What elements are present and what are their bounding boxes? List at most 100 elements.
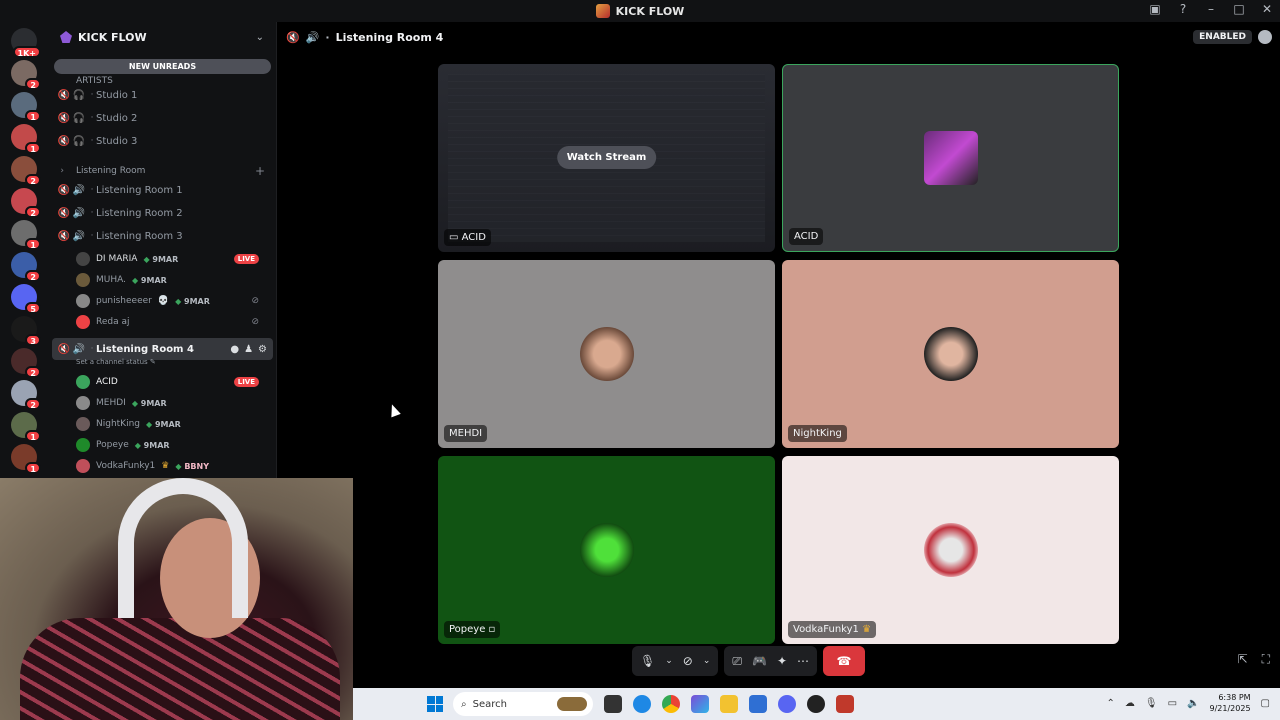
maximize-button[interactable]: □	[1232, 2, 1246, 16]
inbox-icon[interactable]: ▣	[1148, 2, 1162, 16]
mic-tray-icon[interactable]: 🎙	[1145, 698, 1158, 709]
store-icon[interactable]	[749, 695, 767, 713]
activity-icon[interactable]: 🎮	[752, 654, 767, 668]
server-icon[interactable]: 2	[11, 60, 41, 90]
clock[interactable]: 6:38 PM 9/21/2025	[1210, 692, 1251, 714]
chrome-icon[interactable]	[662, 695, 680, 713]
close-button[interactable]: ✕	[1260, 2, 1274, 16]
window-title: KICK FLOW	[595, 4, 685, 18]
user-tile[interactable]: MEHDI	[438, 260, 775, 448]
soundboard-icon[interactable]: ✦	[777, 654, 787, 668]
monitor-icon[interactable]: ▭	[1168, 698, 1177, 709]
user-tile[interactable]: NightKing	[782, 260, 1119, 448]
chevron-down-icon[interactable]: ⌄	[703, 656, 711, 666]
server-icon[interactable]: 2	[11, 348, 41, 378]
voice-member[interactable]: Popeye 9MAR	[76, 435, 271, 455]
server-icon[interactable]: 5	[11, 284, 41, 314]
channel-status-hint[interactable]: Set a channel status ✎	[76, 358, 156, 366]
file-explorer-icon[interactable]	[720, 695, 738, 713]
gear-icon[interactable]: ⚙	[258, 344, 267, 355]
voice-channel-studio-3[interactable]: 🔇 🎧 · Studio 3	[48, 131, 277, 151]
server-badge: 1	[25, 462, 41, 474]
server-icon[interactable]: 1	[11, 220, 41, 250]
voice-channel-listening-room-3[interactable]: 🔇 🔊 · Listening Room 3	[48, 226, 277, 246]
category-listening-room[interactable]: › Listening Room +	[48, 161, 277, 181]
live-badge: LIVE	[233, 254, 259, 264]
avatar	[923, 327, 978, 381]
task-view-icon[interactable]	[604, 695, 622, 713]
watch-stream-button[interactable]: Watch Stream	[556, 146, 657, 169]
server-icon[interactable]: 1	[11, 412, 41, 442]
cloud-icon[interactable]: ☁	[1125, 698, 1135, 709]
server-icon[interactable]: 2	[11, 156, 41, 186]
stream-tile[interactable]: Watch Stream ▭ ACID	[438, 64, 775, 252]
volume-icon[interactable]: 🔈	[1187, 698, 1199, 709]
voice-channel-listening-room-1[interactable]: 🔇 🔊 · Listening Room 1	[48, 180, 277, 200]
start-button[interactable]	[427, 696, 443, 712]
user-tile[interactable]: VodkaFunky1 ♛	[782, 456, 1119, 644]
fullscreen-icon[interactable]: ⛶	[1262, 652, 1270, 667]
voice-channel-listening-room-2[interactable]: 🔇 🔊 · Listening Room 2	[48, 203, 277, 223]
guild-header[interactable]: KICK FLOW ⌄	[48, 22, 276, 52]
server-icon[interactable]: 1	[11, 124, 41, 154]
voice-member[interactable]: punisheeeer 💀 9MAR ⊘	[76, 291, 271, 311]
chat-toggle-icon[interactable]	[1258, 30, 1272, 44]
enabled-pill[interactable]: ENABLED	[1193, 30, 1252, 44]
deafened-icon: ⊘	[251, 296, 259, 306]
app-icon[interactable]	[807, 695, 825, 713]
screen-share-icon[interactable]: ⎚	[732, 654, 742, 669]
server-icon[interactable]: 1	[11, 92, 41, 122]
avatar	[76, 417, 90, 431]
copilot-icon[interactable]	[691, 695, 709, 713]
server-icon[interactable]: 1	[11, 444, 41, 474]
speaker-icon: 🔊	[72, 207, 86, 219]
member-name: MUHA.	[96, 275, 126, 285]
voice-channel-studio-2[interactable]: 🔇 🎧 · Studio 2	[48, 108, 277, 128]
chat-icon[interactable]: ●	[230, 344, 239, 355]
voice-member[interactable]: ACID LIVE	[76, 372, 271, 392]
guild-boost-icon	[60, 31, 72, 43]
discord-icon[interactable]	[778, 695, 796, 713]
edge-icon[interactable]	[633, 695, 651, 713]
speaker-muted-icon: 🔇	[286, 30, 300, 44]
voice-member[interactable]: MEHDI 9MAR	[76, 393, 271, 413]
help-icon[interactable]: ?	[1176, 2, 1190, 16]
disconnect-button[interactable]: ☎	[823, 646, 866, 676]
server-icon[interactable]: 2	[11, 252, 41, 282]
live-badge: LIVE	[233, 377, 259, 387]
voice-member[interactable]: MUHA. 9MAR	[76, 270, 271, 290]
chevron-down-icon[interactable]: ⌄	[665, 656, 673, 666]
microphone-icon[interactable]: 🎙	[640, 654, 655, 668]
more-icon[interactable]: ⋯	[797, 654, 809, 668]
minimize-button[interactable]: –	[1204, 2, 1218, 16]
camera-off-icon[interactable]: ⊘	[683, 654, 693, 668]
avatar	[76, 459, 90, 473]
voice-member[interactable]: Reda aj ⊘	[76, 312, 271, 332]
speaker-icon: 🔊	[72, 184, 86, 196]
view-controls: ⇱ ⛶	[1238, 652, 1270, 667]
app-logo-icon	[595, 4, 610, 18]
search-placeholder: Search	[472, 698, 507, 710]
voice-channel-studio-1[interactable]: 🔇 🎧 · Studio 1	[48, 85, 277, 105]
chevron-up-icon[interactable]: ⌃	[1107, 698, 1115, 709]
server-icon[interactable]: 2	[11, 188, 41, 218]
window-title-text: KICK FLOW	[615, 4, 685, 18]
chevron-down-icon[interactable]: ⌄	[256, 32, 264, 43]
invite-icon[interactable]: ♟	[244, 344, 253, 355]
voice-member[interactable]: NightKing 9MAR	[76, 414, 271, 434]
home-button[interactable]: 1K+	[11, 28, 41, 58]
user-tile-speaking[interactable]: ACID	[782, 64, 1119, 252]
server-icon[interactable]: 3	[11, 316, 41, 346]
taskbar-search[interactable]: ⌕ Search	[453, 692, 593, 716]
kick-flow-icon[interactable]	[836, 695, 854, 713]
user-tile[interactable]: Popeye ▫	[438, 456, 775, 644]
voice-member[interactable]: DI MARIA 9MAR LIVE	[76, 249, 271, 269]
notification-icon[interactable]: ▢	[1261, 698, 1270, 709]
server-icon[interactable]: 2	[11, 380, 41, 410]
voice-channel-listening-room-4[interactable]: 🔇 🔊 · Listening Room 4 ● ♟ ⚙	[52, 338, 273, 360]
popout-icon[interactable]: ⇱	[1238, 652, 1248, 667]
add-channel-icon[interactable]: +	[255, 164, 265, 178]
voice-member[interactable]: VodkaFunky1 ♛ BBNY	[76, 456, 271, 476]
speaker-muted-icon: 🔇	[57, 184, 70, 196]
phone-hangup-icon: ☎	[836, 654, 852, 668]
